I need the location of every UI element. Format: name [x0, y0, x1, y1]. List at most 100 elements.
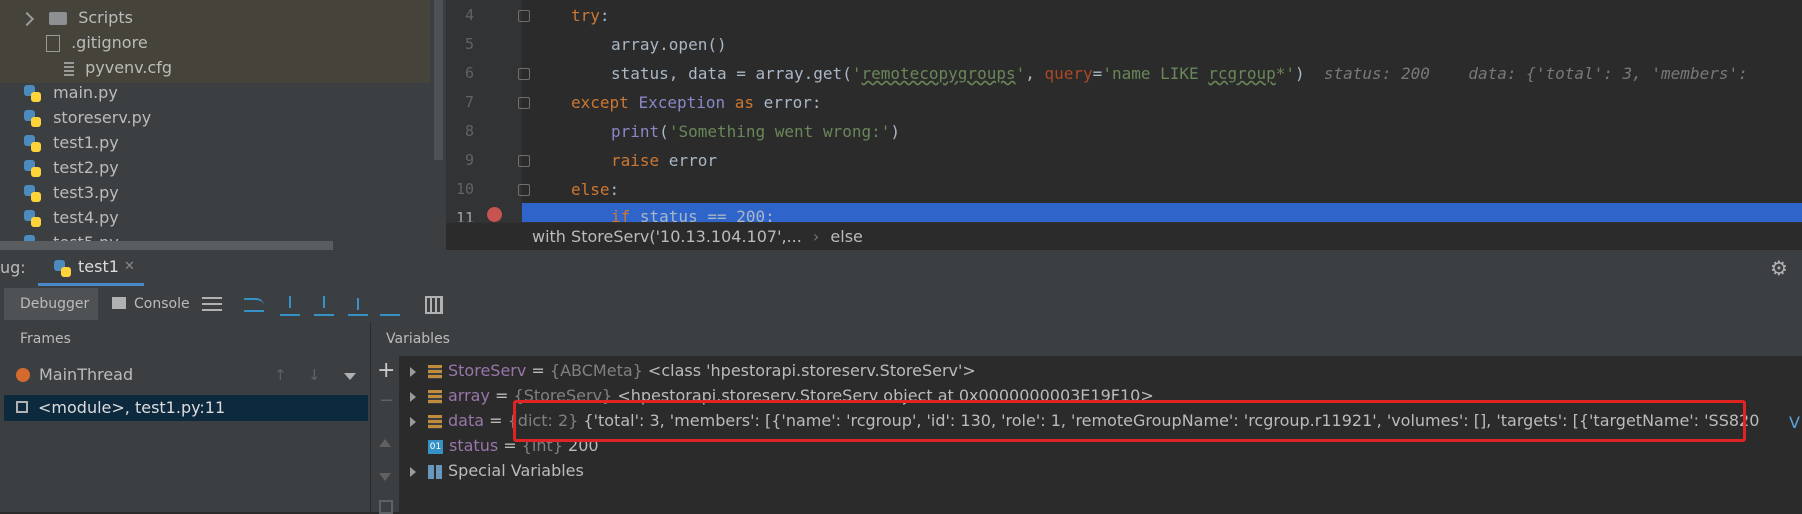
chevron-right-icon: ›: [812, 227, 820, 246]
variables-side-toolbar: + −: [371, 356, 399, 514]
variables-title: Variables: [386, 331, 450, 347]
line-number: 10: [455, 180, 474, 198]
add-watch-icon[interactable]: +: [377, 360, 395, 382]
line-number: 8: [464, 122, 474, 140]
breakpoint-icon[interactable]: [487, 207, 502, 222]
tree-horizontal-scrollbar[interactable]: [0, 241, 333, 250]
code-line-7[interactable]: except Exception as error:: [571, 88, 821, 117]
frame-icon: [16, 401, 28, 413]
run-to-cursor-icon[interactable]: [380, 294, 400, 316]
step-into-icon[interactable]: [280, 294, 300, 316]
move-down-icon[interactable]: [379, 473, 391, 481]
python-file-icon: [24, 184, 42, 203]
arrow-down-icon[interactable]: ↓: [308, 361, 321, 389]
tab-test1[interactable]: test1 ✕: [38, 250, 144, 286]
variable-value: <class 'hpestorapi.storeserv.StoreServ'>: [642, 361, 976, 380]
tree-item-gitignore[interactable]: .gitignore: [46, 30, 148, 55]
tab-debugger[interactable]: Debugger: [4, 288, 98, 320]
thread-selector[interactable]: MainThread: [39, 361, 133, 389]
tree-item-test3-py[interactable]: test3.py: [24, 180, 119, 205]
code-line-9[interactable]: raise error: [611, 146, 717, 175]
tree-item-label: pyvenv.cfg: [85, 58, 173, 77]
line-number: 4: [464, 6, 474, 24]
special-variables-icon: [428, 464, 442, 479]
tree-item-test4-py[interactable]: test4.py: [24, 205, 119, 230]
line-number: 7: [464, 93, 474, 111]
arrow-up-icon[interactable]: ↑: [274, 361, 287, 389]
tab-label: Debugger: [20, 296, 90, 312]
breadcrumb-item[interactable]: else: [830, 227, 862, 246]
move-up-icon[interactable]: [379, 439, 391, 447]
expand-arrow-icon[interactable]: [410, 391, 416, 402]
python-file-icon: [24, 159, 42, 178]
debug-tool-window-header: ug: test1 ✕ ⚙: [0, 250, 1802, 287]
tree-item-storeserv-py[interactable]: storeserv.py: [24, 105, 151, 130]
evaluate-expression-icon[interactable]: [425, 296, 443, 314]
debugger-toolbar: Debugger Console: [0, 286, 1802, 323]
code-line-6[interactable]: status, data = array.get('remotecopygrou…: [611, 59, 1748, 88]
config-file-icon: [64, 61, 74, 76]
variable-row-storeserv[interactable]: StoreServ = {ABCMeta} <class 'hpestorapi…: [410, 358, 976, 383]
field-icon: [428, 364, 442, 379]
tree-item-label: test1.py: [53, 133, 119, 152]
chevron-down-icon[interactable]: [344, 373, 356, 380]
tree-item-main-py[interactable]: main.py: [24, 80, 118, 105]
line-number: 9: [464, 151, 474, 169]
variable-name: status: [449, 436, 499, 455]
step-into-my-code-icon[interactable]: [314, 294, 334, 316]
fold-marker-icon[interactable]: [518, 184, 530, 196]
python-file-icon: [24, 209, 42, 228]
frame-label: <module>, test1.py:11: [38, 398, 226, 417]
tree-item-label: test4.py: [53, 208, 119, 227]
code-line-4[interactable]: try:: [571, 1, 610, 30]
tree-item-pyvenv[interactable]: pyvenv.cfg: [64, 55, 172, 80]
fold-marker-icon[interactable]: [518, 97, 530, 109]
python-file-icon: [24, 134, 42, 153]
remove-watch-icon[interactable]: −: [379, 390, 394, 411]
code-line-11[interactable]: if status == 200:: [611, 202, 775, 222]
view-value-link[interactable]: V: [1789, 410, 1800, 435]
fold-marker-icon[interactable]: [518, 10, 530, 22]
tree-item-test1-py[interactable]: test1.py: [24, 130, 119, 155]
variable-name: data: [448, 411, 485, 430]
debug-title: ug:: [0, 258, 26, 277]
tree-item-scripts[interactable]: Scripts: [19, 5, 133, 30]
variable-name: Special Variables: [448, 461, 584, 480]
breadcrumb: with StoreServ('10.13.104.107',... › els…: [446, 222, 1802, 251]
close-icon[interactable]: ✕: [124, 250, 135, 284]
fold-marker-icon[interactable]: [518, 68, 530, 80]
chevron-right-icon[interactable]: [19, 11, 35, 26]
thread-icon: [16, 368, 30, 382]
breadcrumb-item[interactable]: with StoreServ('10.13.104.107',...: [532, 227, 802, 246]
line-number: 6: [464, 64, 474, 82]
variable-row-special[interactable]: Special Variables: [410, 458, 584, 483]
python-file-icon: [24, 84, 42, 103]
expand-arrow-icon[interactable]: [410, 366, 416, 377]
code-editor[interactable]: 4 5 6 7 8 9 10 11 try: array.open() stat…: [446, 0, 1802, 222]
line-number: 5: [464, 35, 474, 53]
variable-name: StoreServ: [448, 361, 527, 380]
code-line-8[interactable]: print('Something went wrong:'): [611, 117, 900, 146]
step-out-icon[interactable]: [348, 294, 368, 316]
menu-lines-icon[interactable]: [202, 297, 222, 311]
variable-eq: =: [489, 386, 514, 405]
python-file-icon: [54, 259, 72, 278]
expand-arrow-icon[interactable]: [410, 466, 416, 477]
fold-marker-icon[interactable]: [518, 155, 530, 167]
tree-item-label: test3.py: [53, 183, 119, 202]
code-line-5[interactable]: array.open(): [611, 30, 727, 59]
tree-vertical-scrollbar[interactable]: [434, 0, 443, 160]
step-over-icon[interactable]: [244, 298, 264, 312]
variables-panel-header: Variables: [371, 322, 1802, 356]
gear-icon[interactable]: ⚙: [1770, 256, 1788, 280]
frames-panel: MainThread ↑ ↓ <module>, test1.py:11: [0, 356, 371, 512]
variable-eq: =: [484, 411, 508, 430]
frame-row-selected[interactable]: <module>, test1.py:11: [4, 395, 368, 421]
tree-item-label: main.py: [53, 83, 118, 102]
tree-item-test2-py[interactable]: test2.py: [24, 155, 119, 180]
expand-arrow-icon[interactable]: [410, 416, 416, 427]
code-line-10[interactable]: else:: [571, 175, 619, 204]
variable-type: {ABCMeta}: [549, 361, 643, 380]
tab-console[interactable]: Console: [106, 288, 190, 320]
tab-label: test1: [78, 257, 119, 276]
